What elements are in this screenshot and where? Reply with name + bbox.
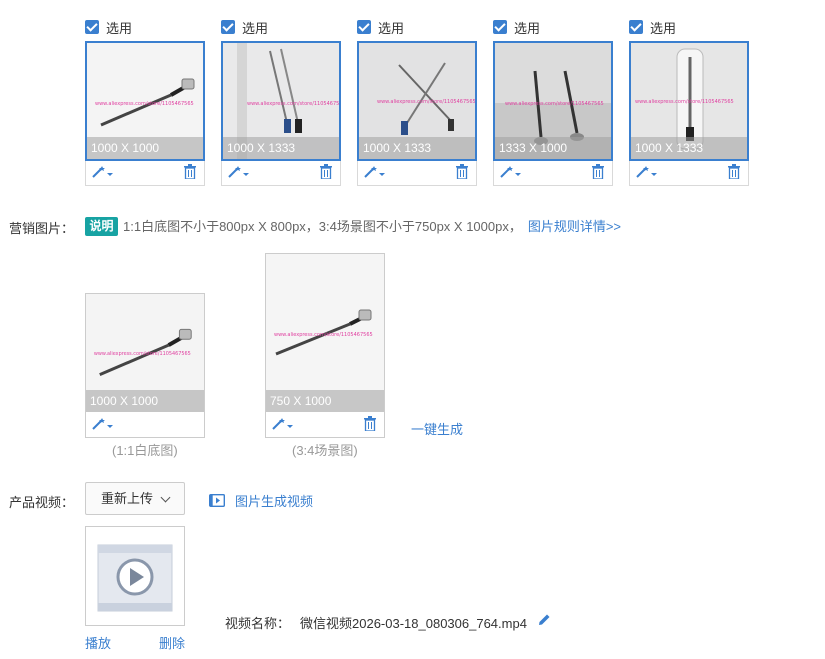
image-toolbar [86,412,204,437]
select-label: 选用 [378,20,405,36]
svg-text:www.aliexpress.com/store/11054: www.aliexpress.com/store/1105467565 [94,351,191,357]
scene-caption: (3:4场景图) [292,443,358,458]
select-label: 选用 [242,20,269,36]
magic-wand-icon[interactable] [635,165,659,179]
marketing-hint: 1:1白底图不小于800px X 800px，3:4场景图不小于750px X … [123,217,621,236]
checkbox-checked-icon[interactable] [357,20,371,34]
play-link[interactable]: 播放 [85,633,111,652]
trash-icon[interactable] [184,164,196,179]
svg-text:www.aliexpress.com/store/11054: www.aliexpress.com/store/1105467565 [247,101,341,107]
image-to-video-link[interactable]: 图片生成视频 [209,491,313,510]
gallery-card-3[interactable]: www.aliexpress.com/store/1105467565 1000… [357,41,477,186]
select-checkbox-2[interactable]: 选用 [221,19,269,36]
image-dimensions: 750 X 1000 [266,390,384,412]
select-checkbox-1[interactable]: 选用 [85,19,133,36]
select-checkbox-3[interactable]: 选用 [357,19,405,36]
chevron-down-icon [160,492,171,503]
video-name-value: 微信视频2026-03-18_080306_764.mp4 [300,616,527,631]
magic-wand-icon[interactable] [271,417,295,431]
magic-wand-icon[interactable] [227,165,251,179]
svg-text:www.aliexpress.com/store/11054: www.aliexpress.com/store/1105467565 [635,99,734,105]
product-image-3[interactable]: www.aliexpress.com/store/1105467565 1000… [357,41,477,161]
product-image-1[interactable]: www.aliexpress.com/store/1105467565 1000… [85,41,205,161]
checkbox-checked-icon[interactable] [221,20,235,34]
trash-icon[interactable] [456,164,468,179]
select-label: 选用 [514,20,541,36]
info-badge: 说明 [85,217,118,236]
svg-text:www.aliexpress.com/store/11054: www.aliexpress.com/store/1105467565 [274,332,373,338]
gallery-card-4[interactable]: www.aliexpress.com/store/1105467565 1333… [493,41,613,186]
trash-icon[interactable] [592,164,604,179]
marketing-square-card[interactable]: www.aliexpress.com/store/1105467565 1000… [85,293,205,438]
image-toolbar [222,160,340,185]
product-image-5[interactable]: www.aliexpress.com/store/1105467565 1000… [629,41,749,161]
magic-wand-icon[interactable] [363,165,387,179]
trash-icon[interactable] [364,416,376,431]
image-dimensions: 1000 X 1000 [86,390,204,412]
gallery-card-1[interactable]: www.aliexpress.com/store/1105467565 1000… [85,41,205,186]
svg-text:www.aliexpress.com/store/11054: www.aliexpress.com/store/1105467565 [377,99,476,105]
image-dimensions: 1000 X 1000 [87,137,203,159]
pencil-edit-icon[interactable] [538,613,551,626]
rules-detail-link[interactable]: 图片规则详情>> [528,219,621,234]
image-dimensions: 1333 X 1000 [495,137,611,159]
reupload-label: 重新上传 [101,491,154,506]
marketing-scene-card[interactable]: www.aliexpress.com/store/1105467565 750 … [265,253,385,438]
reupload-dropdown-button[interactable]: 重新上传 [85,482,185,515]
video-film-icon [209,494,225,507]
video-play-thumbnail-icon[interactable] [86,527,184,625]
select-checkbox-5[interactable]: 选用 [629,19,677,36]
trash-icon[interactable] [320,164,332,179]
video-name-label: 视频名称： [225,616,291,631]
checkbox-checked-icon[interactable] [493,20,507,34]
image-toolbar [494,160,612,185]
image-toolbar [266,412,384,437]
trash-icon[interactable] [728,164,740,179]
marketing-hint-text: 1:1白底图不小于800px X 800px，3:4场景图不小于750px X … [123,219,522,234]
image-toolbar [358,160,476,185]
image-dimensions: 1000 X 1333 [223,137,339,159]
svg-text:www.aliexpress.com/store/11054: www.aliexpress.com/store/1105467565 [505,101,604,107]
checkbox-checked-icon[interactable] [629,20,643,34]
select-label: 选用 [650,20,677,36]
checkbox-checked-icon[interactable] [85,20,99,34]
image-to-video-label: 图片生成视频 [235,494,314,509]
square-caption: (1:1白底图) [112,443,178,458]
gallery-card-5[interactable]: www.aliexpress.com/store/1105467565 1000… [629,41,749,186]
image-dimensions: 1000 X 1333 [359,137,475,159]
select-checkbox-4[interactable]: 选用 [493,19,541,36]
svg-text:www.aliexpress.com/store/11054: www.aliexpress.com/store/1105467565 [95,101,194,107]
one-click-generate-link[interactable]: 一键生成 [411,419,463,438]
delete-video-link[interactable]: 删除 [159,633,185,652]
magic-wand-icon[interactable] [499,165,523,179]
image-dimensions: 1000 X 1333 [631,137,747,159]
video-label: 产品视频： [9,495,75,510]
image-toolbar [86,160,204,185]
marketing-scene-image[interactable]: www.aliexpress.com/store/1105467565 750 … [266,254,384,412]
gallery-card-2[interactable]: www.aliexpress.com/store/1105467565 1000… [221,41,341,186]
marketing-square-image[interactable]: www.aliexpress.com/store/1105467565 1000… [86,294,204,412]
video-thumbnail[interactable] [85,526,185,626]
product-image-2[interactable]: www.aliexpress.com/store/1105467565 1000… [221,41,341,161]
select-label: 选用 [106,20,133,36]
magic-wand-icon[interactable] [91,165,115,179]
magic-wand-icon[interactable] [91,417,115,431]
image-toolbar [630,160,748,185]
marketing-label: 营销图片： [9,221,75,236]
product-image-4[interactable]: www.aliexpress.com/store/1105467565 1333… [493,41,613,161]
